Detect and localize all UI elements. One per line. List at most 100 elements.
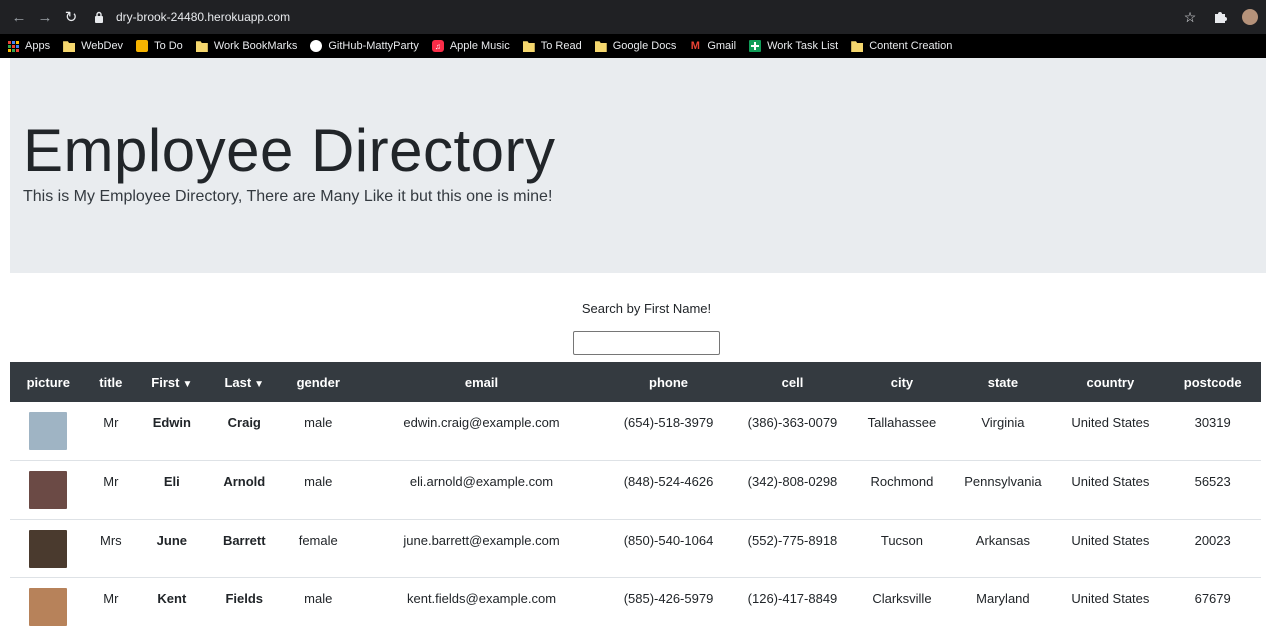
bookmark-todo[interactable]: To Do (136, 40, 183, 52)
column-header-country: country (1086, 374, 1135, 390)
folder-icon (522, 41, 535, 52)
cell-country: United States (1071, 415, 1150, 430)
folder-icon (63, 41, 76, 52)
sort-down-icon[interactable]: ▼ (254, 379, 264, 390)
cell-state: Maryland (976, 591, 1030, 606)
cell-city: Tucson (880, 532, 924, 548)
cell-gender: female (298, 532, 338, 548)
bookmark-to-read[interactable]: To Read (522, 40, 582, 52)
lock-icon (94, 11, 106, 23)
folder-icon (594, 41, 607, 52)
extensions-puzzle-icon[interactable] (1212, 9, 1228, 25)
cell-first: Kent (157, 591, 187, 606)
cell-phone: (848)-524-4626 (623, 474, 714, 489)
search-label: Search by First Name! (581, 301, 712, 316)
bookmark-apps[interactable]: Apps (8, 40, 50, 52)
cell-last: Craig (227, 415, 261, 430)
bookmark-apple-music[interactable]: ♫ Apple Music (431, 40, 510, 52)
cell-last: Fields (225, 591, 264, 606)
apple-music-icon: ♫ (431, 40, 444, 52)
cell-city: Clarksville (872, 591, 932, 606)
cell-phone: (850)-540-1064 (623, 532, 714, 548)
cell-state: Arkansas (975, 532, 1030, 548)
column-header-cell: cell (781, 374, 804, 390)
search-input[interactable] (573, 331, 720, 355)
cell-cell: (342)-808-0298 (747, 474, 838, 489)
cell-email: eli.arnold@example.com (409, 474, 554, 489)
cell-title: Mr (103, 591, 119, 606)
bookmarks-bar: Apps WebDev To Do Work BookMarks GitHub-… (0, 34, 1266, 58)
employee-avatar (29, 412, 68, 450)
employee-avatar (29, 471, 68, 509)
cell-phone: (654)-518-3979 (623, 415, 714, 430)
table-header-row: picture title First ▼ Last ▼ gender email … (10, 362, 1261, 402)
column-header-first[interactable]: First ▼ (135, 362, 208, 402)
reload-icon[interactable]: ↻ (60, 6, 82, 28)
cell-last: Arnold (223, 474, 266, 489)
github-icon (310, 40, 323, 52)
cell-title: Mrs (100, 532, 122, 548)
url-text: dry-brook-24480.herokuapp.com (116, 10, 291, 24)
forward-arrow-icon[interactable]: → (34, 6, 56, 28)
employee-table: picture title First ▼ Last ▼ gender email … (10, 362, 1261, 633)
cell-email: june.barrett@example.com (403, 532, 560, 548)
gmail-icon: M (690, 40, 700, 52)
sort-down-icon[interactable]: ▼ (182, 379, 192, 390)
page-subtitle: This is My Employee Directory, There are… (23, 188, 553, 205)
cell-cell: (552)-775-8918 (747, 532, 838, 548)
column-header-state: state (987, 374, 1019, 390)
cell-title: Mr (103, 474, 119, 489)
column-header-email: email (464, 374, 499, 390)
page-content: Employee Directory This is My Employee D… (0, 58, 1266, 633)
cell-postcode: 20023 (1194, 532, 1231, 548)
bookmark-work-task-list[interactable]: Work Task List (749, 40, 838, 52)
apps-grid-icon (8, 40, 19, 52)
cell-email: edwin.craig@example.com (403, 415, 560, 430)
folder-icon (195, 41, 208, 52)
cell-first: June (156, 532, 187, 548)
cell-picture (10, 578, 87, 633)
page-title: Employee Directory (23, 117, 556, 184)
bookmark-content-creation[interactable]: Content Creation (851, 40, 952, 52)
sheets-icon (749, 40, 762, 52)
cell-gender: male (304, 591, 333, 606)
cell-state: Pennsylvania (964, 474, 1042, 489)
cell-picture (10, 402, 87, 461)
cell-first: Edwin (152, 415, 191, 430)
bookmark-github[interactable]: GitHub-MattyParty (310, 40, 419, 52)
address-bar[interactable]: dry-brook-24480.herokuapp.com (94, 4, 1182, 30)
cell-postcode: 56523 (1194, 474, 1231, 489)
bookmark-webdev[interactable]: WebDev (63, 40, 123, 52)
bookmark-star-icon[interactable]: ☆ (1182, 9, 1198, 25)
cell-gender: male (304, 474, 333, 489)
cell-state: Virginia (981, 415, 1025, 430)
cell-email: kent.fields@example.com (406, 591, 557, 606)
column-header-title: title (99, 374, 123, 390)
bookmark-work-bookmarks[interactable]: Work BookMarks (195, 40, 297, 52)
cell-picture (10, 461, 87, 520)
cell-gender: male (304, 415, 333, 430)
browser-toolbar: ← → ↻ dry-brook-24480.herokuapp.com ☆ (0, 0, 1266, 34)
cell-cell: (126)-417-8849 (747, 591, 838, 606)
cell-cell: (386)-363-0079 (747, 415, 838, 430)
cell-first: Eli (163, 474, 180, 489)
employee-avatar (29, 588, 68, 626)
todo-icon (136, 40, 149, 52)
cell-country: United States (1071, 591, 1150, 606)
column-header-picture: picture (26, 374, 70, 390)
cell-country: United States (1071, 532, 1150, 548)
jumbotron-header: Employee Directory This is My Employee D… (10, 58, 1266, 273)
cell-city: Tallahassee (867, 415, 937, 430)
profile-avatar[interactable] (1242, 9, 1258, 25)
table-row: Mrs June Barrett female june.barrett@example… (10, 519, 1261, 578)
back-arrow-icon[interactable]: ← (8, 6, 30, 28)
cell-picture (10, 519, 87, 578)
bookmark-google-docs[interactable]: Google Docs (594, 40, 676, 52)
bookmark-gmail[interactable]: M Gmail (689, 40, 736, 52)
cell-postcode: 30319 (1194, 415, 1231, 430)
table-body: Mr Edwin Craig male edwin.craig@example.com (… (10, 402, 1261, 633)
cell-title: Mr (103, 415, 119, 430)
cell-city: Rochmond (870, 474, 934, 489)
cell-last: Barrett (222, 532, 266, 548)
column-header-last[interactable]: Last ▼ (209, 362, 280, 402)
